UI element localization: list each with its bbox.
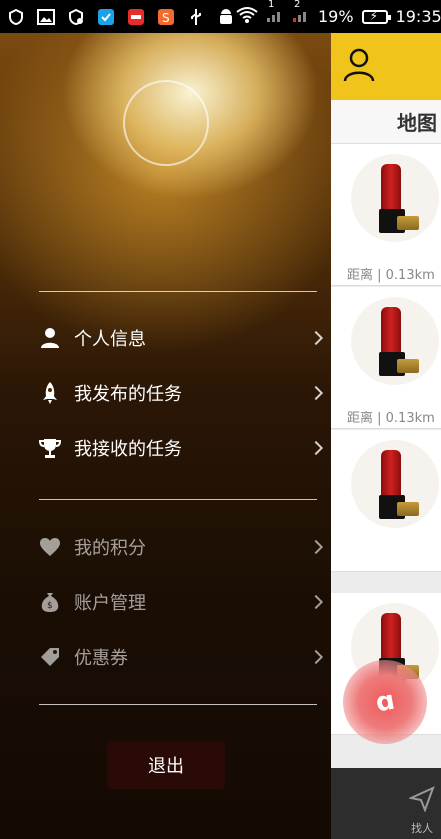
status-bar: S 1 2 19% ⚡ 19:35 (0, 0, 441, 33)
floating-action-button[interactable]: ɑ (343, 660, 427, 744)
signal-label-2: 2 (294, 0, 301, 10)
person-icon (39, 327, 61, 349)
menu-item-label: 账户管理 (74, 593, 146, 614)
menu-item-label: 优惠券 (74, 648, 128, 669)
chevron-right-icon (308, 440, 324, 456)
chevron-right-icon (308, 385, 324, 401)
rocket-icon (39, 382, 61, 404)
money-bag-icon: $ (39, 591, 61, 613)
list-item[interactable]: 距离 | 0.13km (331, 144, 441, 286)
location-check-icon (66, 8, 86, 26)
tab-label: 找人 (411, 822, 433, 835)
person-outline-icon[interactable] (343, 48, 375, 86)
navigation-drawer: 个人信息 我发布的任务 我接收的任务 我的积分 $ 账户管理 优惠券 退出 (0, 33, 331, 839)
app-s-icon: S (156, 8, 176, 26)
clock: 19:35 (395, 7, 441, 26)
chevron-right-icon (308, 330, 324, 346)
list-item[interactable] (331, 430, 441, 572)
lipstick-image (351, 440, 439, 528)
logout-button[interactable]: 退出 (107, 741, 225, 789)
app-logo-icon: ɑ (373, 685, 397, 719)
toutiao-icon (126, 8, 146, 26)
wifi-icon (236, 6, 258, 28)
menu-item-label: 我接收的任务 (74, 439, 182, 460)
app-header (331, 33, 441, 100)
signal-label-1: 1 (268, 0, 275, 10)
map-tab[interactable]: 地图 (331, 100, 441, 144)
menu-item-points[interactable]: 我的积分 (39, 525, 324, 569)
heart-icon (39, 536, 61, 558)
bottom-tab-find-people[interactable]: 找人 (331, 768, 441, 839)
tag-icon (39, 646, 61, 668)
lipstick-image (351, 297, 439, 385)
lipstick-image (351, 154, 439, 242)
chevron-right-icon (308, 649, 324, 665)
battery-icon: ⚡ (361, 9, 391, 24)
menu-item-label: 我发布的任务 (74, 384, 182, 405)
trophy-icon (39, 437, 61, 459)
distance-label: 距离 | 0.13km (347, 411, 435, 426)
chevron-right-icon (308, 594, 324, 610)
signal-icon-2: 2 (292, 0, 310, 26)
menu-item-published-tasks[interactable]: 我发布的任务 (39, 371, 324, 415)
android-icon (216, 8, 236, 26)
distance-label: 距离 | 0.13km (347, 268, 435, 283)
menu-item-label: 我的积分 (74, 538, 146, 559)
image-icon (36, 8, 56, 26)
signal-icon-1: 1 (266, 0, 284, 26)
divider-bottom (39, 704, 317, 705)
usb-icon (186, 8, 206, 26)
divider-middle (39, 499, 317, 500)
menu-item-label: 个人信息 (74, 329, 146, 350)
divider-top (39, 291, 317, 292)
menu-item-profile[interactable]: 个人信息 (39, 316, 324, 360)
avatar[interactable] (123, 80, 209, 166)
menu-item-account[interactable]: $ 账户管理 (39, 580, 324, 624)
svg-text:$: $ (47, 601, 53, 611)
menu-item-received-tasks[interactable]: 我接收的任务 (39, 426, 324, 470)
svg-text:S: S (162, 11, 170, 25)
list-item[interactable]: 距离 | 0.13km (331, 287, 441, 429)
menu-item-coupons[interactable]: 优惠券 (39, 635, 324, 679)
battery-percent: 19% (318, 7, 354, 26)
app-blue-icon (96, 8, 116, 26)
chevron-right-icon (308, 539, 324, 555)
paper-plane-icon (407, 786, 435, 813)
shield-icon (6, 8, 26, 26)
